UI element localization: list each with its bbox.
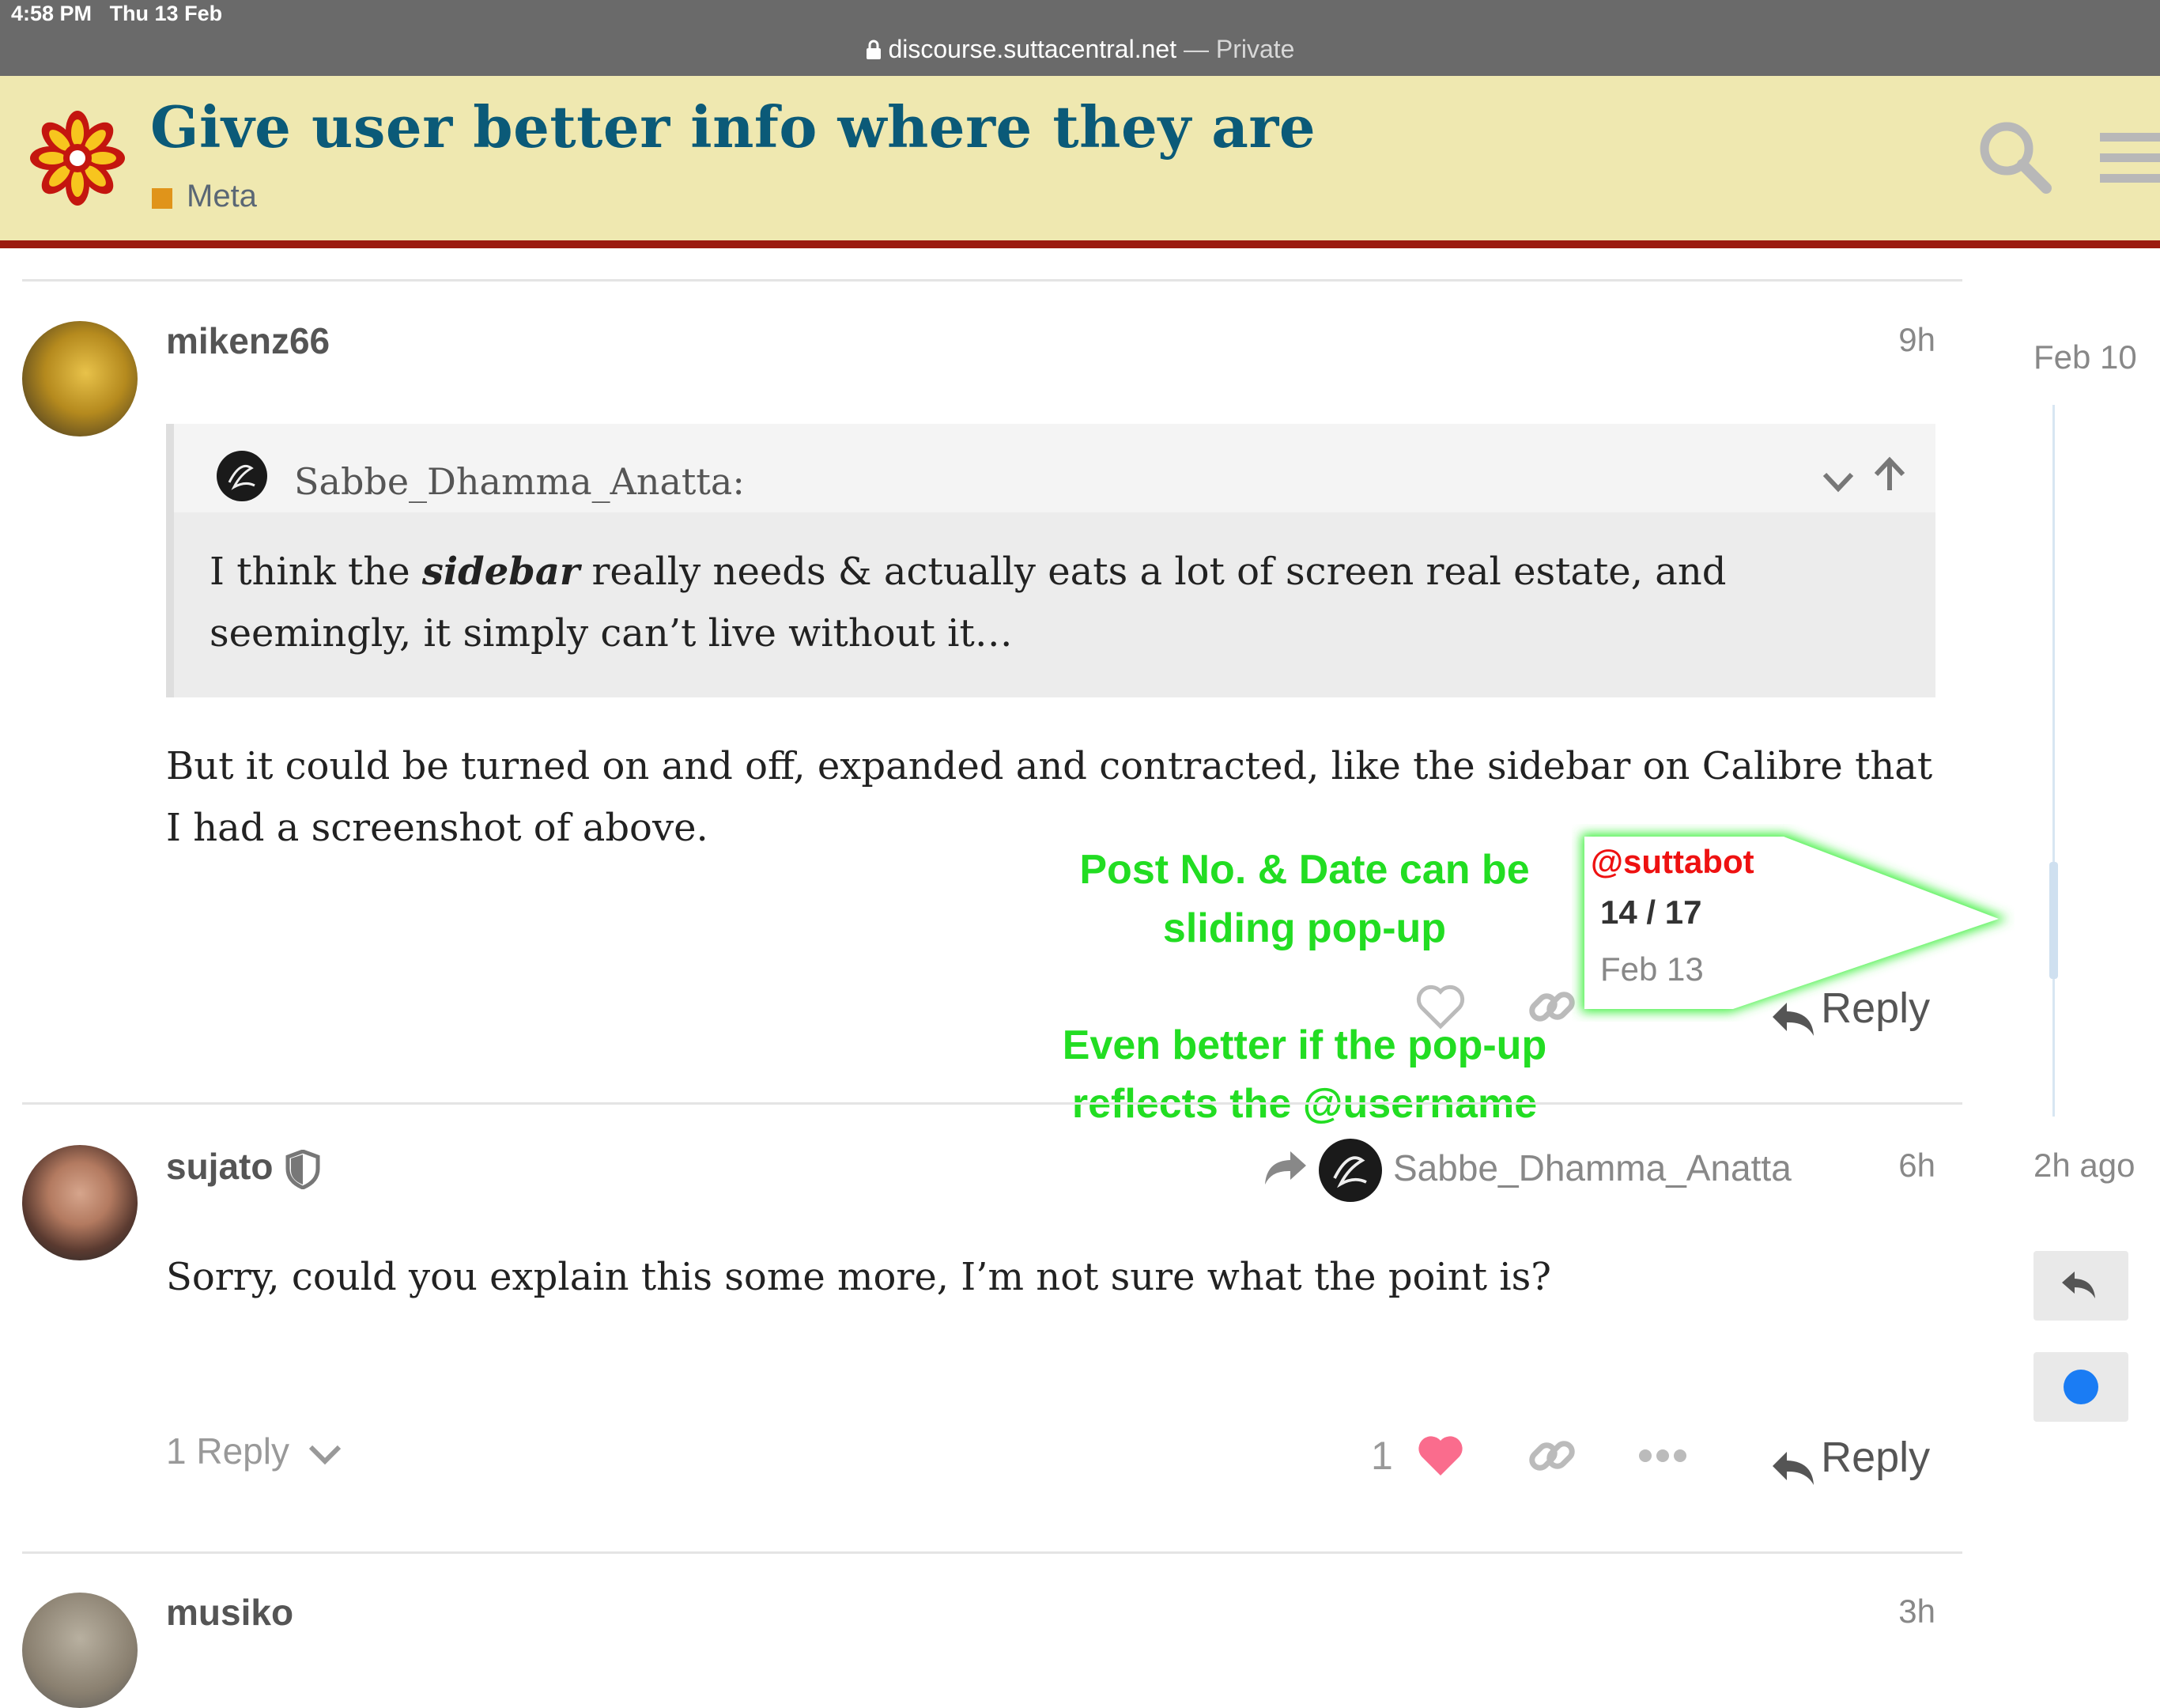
annotation-line: Post No. & Date can be xyxy=(1079,847,1530,893)
link-icon[interactable] xyxy=(1524,1428,1580,1483)
signature-mark-icon xyxy=(228,464,255,490)
site-logo[interactable] xyxy=(30,111,125,206)
hamburger-menu-icon[interactable] xyxy=(2100,128,2160,187)
liked-heart-icon[interactable] xyxy=(1415,1433,1466,1479)
reply-arrow-icon xyxy=(1773,1451,1814,1485)
signature-mark-icon xyxy=(1333,1156,1367,1188)
popup-date: Feb 13 xyxy=(1600,950,1704,988)
search-icon[interactable] xyxy=(1975,117,2054,196)
category-link[interactable]: Meta xyxy=(187,179,257,214)
moderator-shield-icon xyxy=(285,1150,320,1189)
quote-author: Sabbe_Dhamma_Anatta: xyxy=(294,460,745,503)
url-separator: — xyxy=(1176,35,1216,63)
reply-to-arrow-icon[interactable] xyxy=(1263,1150,1308,1186)
quote-block: Sabbe_Dhamma_Anatta: I think the sidebar… xyxy=(166,424,1935,697)
avatar[interactable] xyxy=(22,1593,138,1708)
post-username[interactable]: sujato xyxy=(166,1145,273,1188)
date-text: Thu 13 Feb xyxy=(109,2,223,25)
arrow-up-icon[interactable] xyxy=(1870,455,1909,495)
post-time[interactable]: 6h xyxy=(1882,1147,1935,1185)
popup-username: @suttabot xyxy=(1591,843,1754,880)
chevron-down-icon xyxy=(308,1445,341,1465)
url-host: discourse.suttacentral.net xyxy=(888,35,1177,63)
reply-to-avatar[interactable] xyxy=(1319,1139,1382,1202)
popup-post-count: 14 / 17 xyxy=(1600,894,1702,931)
topic-title[interactable]: Give user better info where they are xyxy=(150,93,1316,161)
reply-label: Reply xyxy=(1821,1434,1931,1481)
post-time[interactable]: 9h xyxy=(1882,321,1935,359)
status-time: 4:58 PM Thu 13 Feb xyxy=(11,2,222,26)
quote-emphasis: sidebar xyxy=(421,550,580,594)
post-number-popup: @suttabot 14 / 17 Feb 13 xyxy=(1572,824,2015,1022)
show-replies-button[interactable]: 1 Reply xyxy=(166,1430,342,1472)
reply-button[interactable]: Reply xyxy=(1769,1433,1930,1488)
private-label: Private xyxy=(1215,35,1295,63)
post-body: Sorry, could you explain this some more,… xyxy=(166,1255,1551,1299)
avatar[interactable] xyxy=(22,321,138,436)
timeline-end-date[interactable]: 2h ago xyxy=(2033,1147,2135,1185)
post-divider xyxy=(22,1102,1962,1105)
timeline-track xyxy=(2052,405,2055,1117)
chevron-down-icon[interactable] xyxy=(1818,465,1858,497)
post-divider xyxy=(22,279,1962,282)
quote-text-part: I think the xyxy=(210,550,422,594)
annotation-line: Even better if the pop-up xyxy=(1062,1022,1547,1068)
timeline-start-date[interactable]: Feb 10 xyxy=(2033,338,2137,376)
post-username[interactable]: mikenz66 xyxy=(166,319,330,362)
like-count[interactable]: 1 xyxy=(1371,1433,1393,1479)
avatar[interactable] xyxy=(22,1145,138,1260)
more-dots-icon[interactable] xyxy=(1638,1444,1687,1468)
address-bar[interactable]: discourse.suttacentral.net — Private xyxy=(0,35,2160,64)
category-badge-icon xyxy=(152,188,172,209)
quote-text: I think the sidebar really needs & actua… xyxy=(210,541,1909,664)
clock-text: 4:58 PM xyxy=(11,2,93,25)
replies-label: 1 Reply xyxy=(166,1430,289,1472)
browser-bar: 4:58 PM Thu 13 Feb discourse.suttacentra… xyxy=(0,0,2160,76)
timeline-notifications-button[interactable] xyxy=(2033,1352,2128,1422)
annotation-line: sliding pop-up xyxy=(1162,905,1447,951)
reply-arrow-icon xyxy=(2062,1272,2095,1298)
unread-dot-icon xyxy=(2064,1370,2098,1404)
quote-avatar[interactable] xyxy=(217,451,267,501)
post-time[interactable]: 3h xyxy=(1882,1593,1935,1631)
timeline-reply-button[interactable] xyxy=(2033,1251,2128,1321)
post-username[interactable]: musiko xyxy=(166,1591,293,1634)
post-divider xyxy=(22,1551,1962,1554)
reply-to-username[interactable]: Sabbe_Dhamma_Anatta xyxy=(1393,1147,1792,1189)
timeline-scroll-handle[interactable] xyxy=(2049,862,2058,979)
lock-icon xyxy=(866,40,881,59)
